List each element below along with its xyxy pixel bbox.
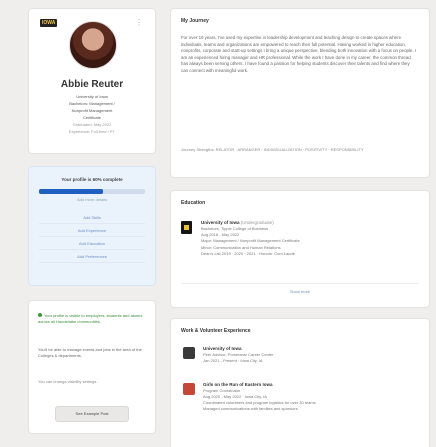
journey-text: For over 10 years, I've used my expertis…: [181, 35, 417, 73]
status-dot-icon: [38, 313, 42, 317]
add-education-link[interactable]: Add Education: [39, 237, 145, 250]
profile-certificate: Certificate: [82, 115, 101, 120]
profile-degree: Bachelors: Management /: [69, 101, 115, 106]
add-experience-link[interactable]: Add Experience: [39, 224, 145, 237]
profile-school: University of Iowa: [76, 94, 108, 99]
education-honors: Dean's List 2019 · 2020 · 2021 · Honors:…: [201, 250, 295, 256]
visibility-settings-text: You can change visibility settings.: [38, 379, 98, 384]
visibility-card: Your profile is visible to employers, st…: [28, 300, 156, 434]
work-item-text: Girls on the Run of Eastern Iowa Program…: [203, 381, 417, 412]
divider: [181, 283, 419, 284]
education-school-note: (Undergraduate): [240, 220, 274, 225]
profile-card: IOWA ⋮ Abbie Reuter University of Iowa B…: [28, 8, 156, 154]
journey-card: My Journey For over 10 years, I've used …: [170, 8, 430, 178]
add-skills-link[interactable]: Add Skills: [39, 211, 145, 224]
employer-logo-icon: [183, 383, 195, 395]
education-school-name[interactable]: University of Iowa: [201, 220, 240, 225]
education-card: Education University of Iowa (Undergradu…: [170, 190, 430, 308]
work-title: Work & Volunteer Experience: [181, 328, 251, 334]
see-example-button[interactable]: See Example Post: [55, 406, 129, 422]
visibility-status: Your profile is visible to employers, st…: [38, 313, 146, 325]
visibility-status-text: Your profile is visible to employers, st…: [38, 313, 143, 324]
add-preferences-link[interactable]: Add Preferences: [39, 250, 145, 263]
strength-progress-fill: [39, 189, 103, 194]
work-item-text: University of Iowa Peer Advisor, Pomeran…: [203, 345, 417, 364]
show-more-link[interactable]: Show more: [171, 289, 429, 294]
profile-strength-card: Your profile is 60% complete Add more de…: [28, 166, 156, 286]
work-item-dates: Jan 2021 - Present · Iowa City, IA: [203, 358, 263, 363]
work-item-detail: Managed communications with families and…: [203, 406, 298, 411]
school-logo-icon: [181, 221, 192, 234]
journey-title: My Journey: [181, 18, 209, 24]
education-entry: University of Iowa (Undergraduate) Bache…: [201, 219, 417, 257]
strength-subtitle: Add more details: [76, 197, 107, 202]
profile-graduation: Graduated: May 2022: [72, 122, 112, 127]
strength-progress-bar: [39, 189, 145, 194]
profile-name: Abbie Reuter: [60, 79, 124, 90]
education-school[interactable]: University of Iowa (Undergraduate): [201, 219, 417, 226]
profile-major: Nonprofit Management: [71, 108, 113, 113]
work-item[interactable]: University of Iowa Peer Advisor, Pomeran…: [181, 345, 417, 369]
profile-experience: Experience: Full-time / PT: [68, 129, 115, 134]
profile-details: University of Iowa Bachelors: Management…: [39, 93, 145, 135]
more-options-icon[interactable]: ⋮: [135, 18, 143, 27]
employer-logo-icon: [183, 347, 195, 359]
work-item[interactable]: Girls on the Run of Eastern Iowa Program…: [181, 381, 417, 441]
school-badge: IOWA: [40, 19, 58, 27]
strength-links: Add Skills Add Experience Add Education …: [39, 211, 145, 263]
work-item-title: Girls on the Run of Eastern Iowa: [203, 382, 273, 387]
work-item-title: University of Iowa: [203, 346, 242, 351]
visibility-text: You'll be able to manage events and jobs…: [38, 347, 142, 358]
education-title: Education: [181, 200, 206, 206]
avatar[interactable]: [69, 21, 117, 69]
journey-tags: Journey Strengths: RELATOR · ARRANGER · …: [181, 147, 364, 152]
strength-title: Your profile is 60% complete: [61, 177, 123, 182]
work-card: Work & Volunteer Experience University o…: [170, 318, 430, 447]
